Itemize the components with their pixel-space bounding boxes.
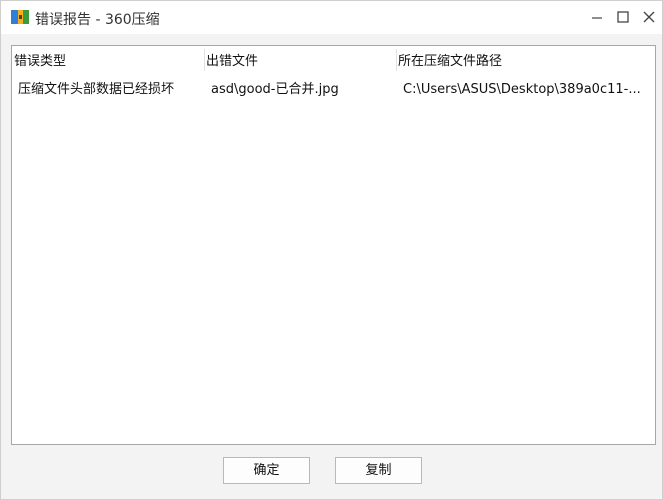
cell-file: asd\good-已合并.jpg	[211, 82, 339, 97]
title-bar: 错误报告 - 360压缩	[1, 1, 662, 34]
column-header-archive-path[interactable]: 所在压缩文件路径	[398, 46, 502, 73]
archive-app-icon	[10, 8, 30, 26]
ok-button[interactable]: 确定	[223, 457, 310, 484]
list-header: 错误类型 出错文件 所在压缩文件路径	[12, 46, 655, 73]
maximize-button[interactable]	[612, 7, 634, 27]
copy-button[interactable]: 复制	[335, 457, 422, 484]
close-button[interactable]	[638, 7, 660, 27]
maximize-icon	[617, 11, 629, 23]
table-row[interactable]: 压缩文件头部数据已经损坏 asd\good-已合并.jpg C:\Users\A…	[12, 76, 655, 104]
column-header-file[interactable]: 出错文件	[206, 46, 258, 73]
error-list[interactable]: 错误类型 出错文件 所在压缩文件路径 压缩文件头部数据已经损坏 asd\good…	[11, 45, 656, 445]
minimize-icon	[592, 17, 602, 19]
column-divider[interactable]	[204, 49, 205, 71]
cell-archive-path: C:\Users\ASUS\Desktop\389a0c11-...	[403, 82, 641, 97]
window-title: 错误报告 - 360压缩	[35, 12, 160, 28]
column-divider[interactable]	[396, 49, 397, 71]
error-report-window: 错误报告 - 360压缩 错误类型 出错文件 所在压缩文件路径 压缩文件头部数据…	[0, 0, 663, 500]
cell-error-type: 压缩文件头部数据已经损坏	[18, 82, 175, 97]
column-header-error-type[interactable]: 错误类型	[14, 46, 66, 73]
close-icon	[643, 11, 655, 23]
minimize-button[interactable]	[586, 7, 608, 27]
